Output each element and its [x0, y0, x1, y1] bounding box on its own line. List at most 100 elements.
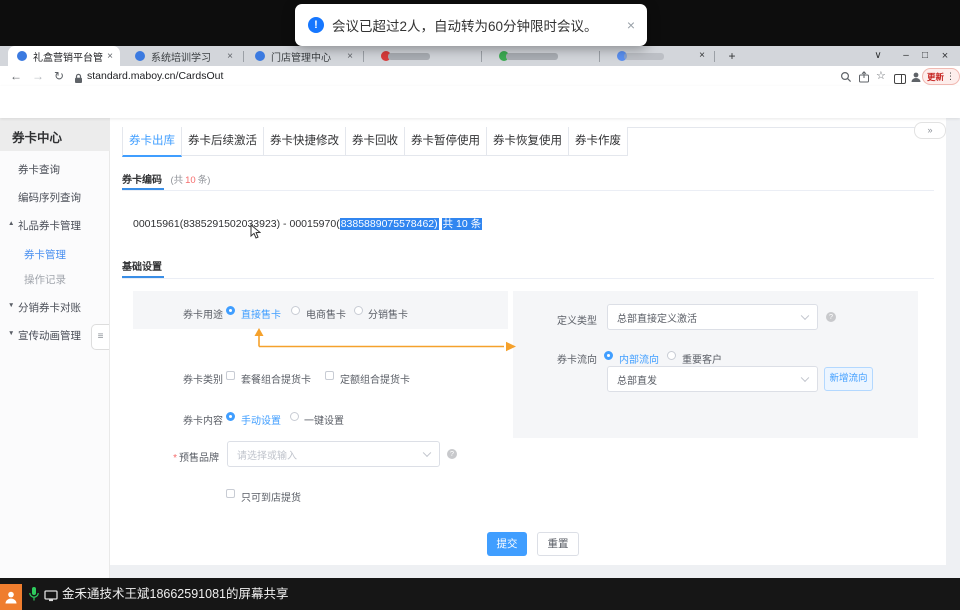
- chrome-update-button[interactable]: 更新 ⋮: [922, 68, 960, 85]
- expand-down-icon[interactable]: ▼: [8, 330, 14, 337]
- participant-avatar-icon[interactable]: [0, 584, 22, 610]
- option-direct-sale[interactable]: 直接售卡: [241, 306, 281, 321]
- meeting-notification: ! 会议已超过2人，自动转为60分钟限时会议。 ×: [295, 4, 647, 46]
- mouse-cursor: [250, 224, 261, 244]
- section-divider: [122, 278, 934, 279]
- tab-recycle[interactable]: 券卡回收: [346, 127, 405, 156]
- sidebar-collapse-handle[interactable]: ≡: [91, 324, 109, 350]
- chrome-menu-dots-icon[interactable]: ⋮: [946, 71, 955, 82]
- tab-followup-activate[interactable]: 券卡后续激活: [182, 127, 264, 156]
- radio-manual-set[interactable]: [226, 412, 235, 421]
- screen: 礼盒营销平台管理中心 × 系统培训学习 × 门店管理中心 × × + ∨ – □…: [0, 0, 960, 610]
- info-icon: !: [308, 17, 324, 33]
- bookmark-star-icon[interactable]: ☆: [876, 66, 886, 86]
- obscured-tab-title: [506, 53, 558, 60]
- option-onekey-set[interactable]: 一键设置: [304, 412, 344, 427]
- obscured-tab-title: [388, 53, 430, 60]
- tab-separator: [714, 51, 715, 62]
- tab-close-icon[interactable]: ×: [107, 51, 113, 62]
- option-distribution-sale[interactable]: 分销售卡: [368, 306, 408, 321]
- collapse-up-icon[interactable]: ▲: [8, 220, 14, 227]
- tab-separator: [481, 51, 482, 62]
- flow-select[interactable]: 总部直发: [607, 366, 818, 392]
- browser-tab-title: 礼盒营销平台管理中心: [33, 49, 103, 64]
- tab-quick-modify[interactable]: 券卡快捷修改: [264, 127, 346, 156]
- site-favicon: [17, 51, 27, 61]
- option-fixed-card[interactable]: 定额组合提货卡: [340, 371, 410, 386]
- main-tabs: 券卡出库 券卡后续激活 券卡快捷修改 券卡回收 券卡暂停使用 券卡恢复使用 券卡…: [122, 127, 628, 157]
- window-menu-icon[interactable]: ∨: [870, 46, 886, 66]
- option-manual-set[interactable]: 手动设置: [241, 412, 281, 427]
- update-label: 更新: [927, 71, 944, 83]
- define-type-select[interactable]: 总部直接定义激活: [607, 304, 818, 330]
- option-store-pickup-only[interactable]: 只可到店提货: [241, 489, 301, 504]
- window-maximize-icon[interactable]: □: [917, 46, 933, 66]
- chevron-down-icon: [801, 374, 809, 382]
- category-label: 券卡类别: [183, 371, 223, 386]
- content-label: 券卡内容: [183, 412, 223, 427]
- flow-value: 总部直发: [617, 372, 657, 387]
- radio-key-customer[interactable]: [667, 351, 676, 360]
- tab-close-icon[interactable]: ×: [694, 46, 710, 66]
- sidebar-item-animation-mgmt[interactable]: 宣传动画管理: [18, 328, 81, 343]
- new-tab-button[interactable]: +: [724, 46, 740, 66]
- sidebar-item-distribution-recon[interactable]: 分销券卡对账: [18, 300, 81, 315]
- chevron-down-icon: [423, 449, 431, 457]
- url-text[interactable]: standard.maboy.cn/CardsOut: [87, 66, 223, 86]
- checkbox-combo-card[interactable]: [226, 371, 235, 380]
- option-ecommerce-sale[interactable]: 电商售卡: [306, 306, 346, 321]
- tab-void[interactable]: 券卡作废: [569, 127, 628, 156]
- sidebar-item-card-mgmt-active[interactable]: 券卡管理: [24, 247, 66, 262]
- checkbox-fixed-card[interactable]: [325, 371, 334, 380]
- add-flow-button[interactable]: 新增流向: [824, 367, 873, 391]
- forward-icon[interactable]: →: [32, 66, 44, 86]
- browser-tab-3[interactable]: 门店管理中心 ×: [246, 46, 360, 66]
- notification-close-icon[interactable]: ×: [627, 17, 635, 33]
- expand-down-icon[interactable]: ▼: [8, 302, 14, 309]
- tab-restore[interactable]: 券卡恢复使用: [487, 127, 569, 156]
- tab-close-icon[interactable]: ×: [347, 51, 353, 62]
- define-type-help-icon[interactable]: ?: [826, 312, 836, 322]
- browser-tab-active[interactable]: 礼盒营销平台管理中心 ×: [8, 46, 120, 66]
- obscured-tab-title: [624, 53, 664, 60]
- radio-internal-flow[interactable]: [604, 351, 613, 360]
- window-close-icon[interactable]: ×: [937, 46, 953, 66]
- code-section-title: 券卡编码 (共10条): [122, 170, 210, 188]
- tab-separator: [243, 51, 244, 62]
- sidebar-item-gift-card-mgmt[interactable]: 礼品券卡管理: [18, 218, 81, 233]
- submit-button[interactable]: 提交: [487, 532, 527, 556]
- card-flow-label: 券卡流向: [555, 351, 597, 366]
- option-combo-card[interactable]: 套餐组合提货卡: [241, 371, 311, 386]
- option-internal-flow[interactable]: 内部流向: [619, 351, 659, 366]
- browser-tab-title: 系统培训学习: [151, 49, 223, 64]
- radio-ecommerce-sale[interactable]: [291, 306, 300, 315]
- browser-tab-title: 门店管理中心: [271, 49, 343, 64]
- sidebar-title: 券卡中心: [12, 127, 62, 146]
- radio-onekey-set[interactable]: [290, 412, 299, 421]
- sidebar-item-operation-log[interactable]: 操作记录: [24, 272, 66, 287]
- browser-tab-2[interactable]: 系统培训学习 ×: [126, 46, 240, 66]
- site-favicon: [135, 51, 145, 61]
- reset-button[interactable]: 重置: [537, 532, 579, 556]
- define-type-label: 定义类型: [555, 312, 597, 327]
- reload-icon[interactable]: ↻: [54, 66, 64, 86]
- window-minimize-icon[interactable]: –: [898, 46, 914, 66]
- checkbox-store-pickup-only[interactable]: [226, 489, 235, 498]
- tab-close-icon[interactable]: ×: [227, 51, 233, 62]
- code-count: 10: [185, 175, 196, 186]
- define-type-value: 总部直接定义激活: [617, 310, 697, 325]
- microphone-icon[interactable]: [28, 586, 40, 608]
- radio-direct-sale[interactable]: [226, 306, 235, 315]
- option-key-customer[interactable]: 重要客户: [682, 351, 722, 366]
- base-section-title: 基础设置: [122, 258, 162, 273]
- chevron-down-icon: [801, 312, 809, 320]
- brand-help-icon[interactable]: ?: [447, 449, 457, 459]
- panel-collapse-button[interactable]: »: [914, 122, 946, 139]
- tab-cards-out[interactable]: 券卡出库: [122, 127, 182, 157]
- sidebar-item-card-query[interactable]: 券卡查询: [18, 162, 60, 177]
- radio-distribution-sale[interactable]: [354, 306, 363, 315]
- back-icon[interactable]: ←: [10, 66, 22, 86]
- tab-suspend[interactable]: 券卡暂停使用: [405, 127, 487, 156]
- brand-select[interactable]: 请选择或输入: [227, 441, 440, 467]
- sidebar-item-sequence-query[interactable]: 编码序列查询: [18, 190, 81, 205]
